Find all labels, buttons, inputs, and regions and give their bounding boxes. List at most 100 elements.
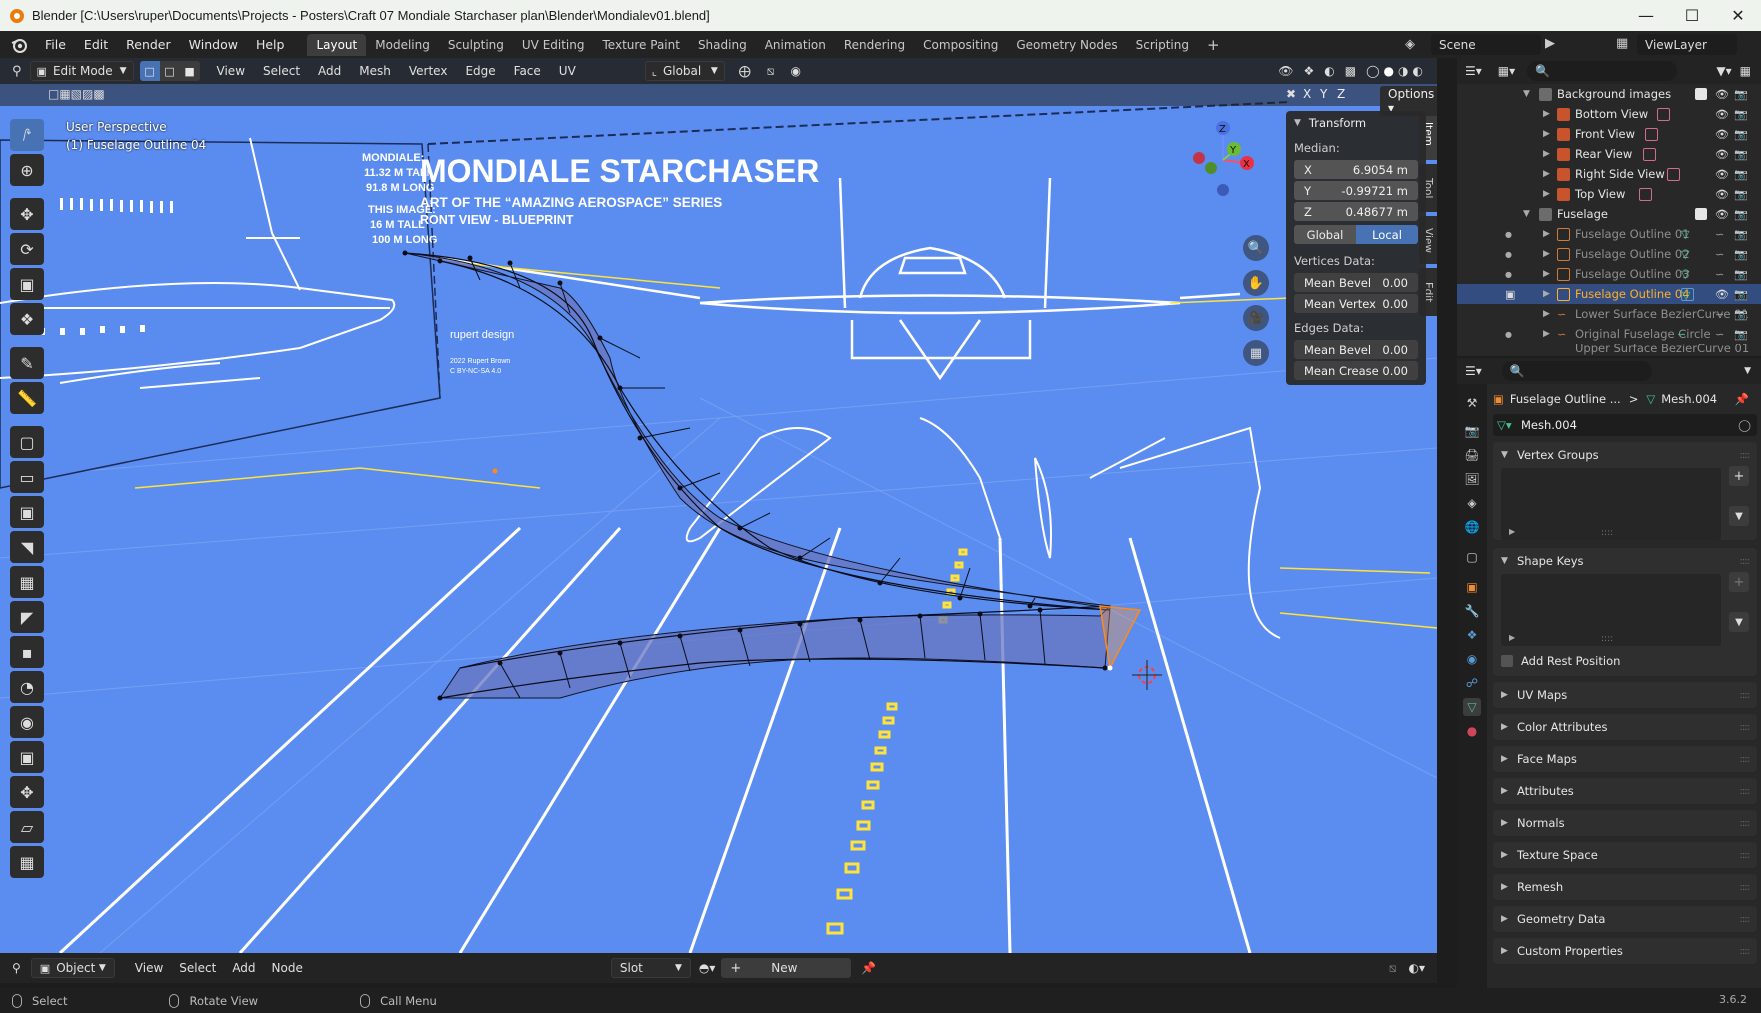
camera-icon[interactable]: 📷	[1734, 148, 1748, 161]
render-tab-icon[interactable]: 📷	[1463, 422, 1481, 440]
wireframe-shading-icon[interactable]: ◯	[1366, 64, 1379, 78]
poly-build-tool[interactable]: ▪	[10, 636, 44, 668]
mirror-x-toggle[interactable]: X	[1303, 87, 1311, 101]
drag-grip-icon[interactable]: ::::	[1740, 818, 1751, 829]
attributes-panel[interactable]: ▶ Attributes::::	[1493, 778, 1757, 804]
pivot-icon[interactable]: ⨁	[739, 64, 751, 78]
camera-icon[interactable]: 📷	[1734, 328, 1748, 341]
eye-icon[interactable]: 👁	[1715, 288, 1729, 301]
scale-tool[interactable]: ▣	[10, 268, 44, 300]
object-tab-icon[interactable]: ▣	[1463, 578, 1481, 596]
navigation-gizmo[interactable]: Z Y X	[1183, 118, 1263, 198]
tool-tab-icon[interactable]: ⚒	[1463, 394, 1481, 412]
chevron-right-icon[interactable]: ▶	[1543, 309, 1550, 319]
add-shape-key-button[interactable]: +	[1729, 572, 1749, 592]
drag-grip-icon[interactable]: ::::	[1740, 690, 1751, 701]
drag-grip-icon[interactable]: ::::	[1740, 450, 1751, 461]
color-attributes-panel[interactable]: ▶ Color Attributes::::	[1493, 714, 1757, 740]
editor-type-icon[interactable]: ⚲	[12, 961, 21, 975]
drag-grip-icon[interactable]: ::::	[1740, 556, 1751, 567]
mesh-browse-icon[interactable]: ▽▾	[1497, 418, 1512, 432]
visibility-icon[interactable]: 👁	[1278, 64, 1293, 78]
pan-hand-icon[interactable]: ✋	[1243, 270, 1269, 296]
outliner-row-front-view[interactable]: ▶ Front View 👁 📷	[1457, 124, 1761, 144]
outliner-row-lower-surface-beziercurve-01[interactable]: ▶ ∽ Lower Surface BezierCurve 01 ∽ 📷	[1457, 304, 1761, 324]
3d-viewport[interactable]: MONDIALE: 11.32 M TALL 91.8 M LONG THIS …	[0, 58, 1437, 953]
material-browse-icon[interactable]: ◓▾	[699, 961, 716, 975]
eye-icon[interactable]: 👁	[1715, 208, 1729, 221]
eye-closed-icon[interactable]: ∽	[1715, 248, 1724, 261]
spin-tool[interactable]: ◔	[10, 671, 44, 703]
new-collection-icon[interactable]: ▦	[1740, 64, 1751, 78]
view-layer-tab-icon[interactable]: 🖼	[1463, 470, 1481, 488]
tab-animation[interactable]: Animation	[756, 34, 835, 56]
menu-view[interactable]: View	[208, 64, 254, 78]
menu-view[interactable]: View	[127, 961, 171, 975]
shape-keys-header[interactable]: ▼ Shape Keys ::::	[1493, 548, 1757, 574]
face-select-icon[interactable]: ■	[179, 61, 200, 81]
chevron-down-icon[interactable]: ▼	[1744, 366, 1751, 376]
overlay-icon[interactable]: ◐▾	[1409, 961, 1426, 975]
chevron-right-icon[interactable]: ▶	[1543, 189, 1550, 199]
checkbox-icon[interactable]	[1695, 208, 1707, 220]
camera-icon[interactable]: 📷	[1734, 108, 1748, 121]
measure-tool[interactable]: 📏	[10, 382, 44, 414]
material-shading-icon[interactable]: ◑	[1398, 64, 1408, 78]
add-vertex-group-button[interactable]: +	[1729, 466, 1749, 486]
select-box-tool[interactable]: ⭚	[10, 119, 44, 151]
custom-properties-panel[interactable]: ▶ Custom Properties::::	[1493, 938, 1757, 964]
camera-icon[interactable]: 📷	[1734, 88, 1748, 101]
slot-selector[interactable]: Slot ▼	[610, 958, 691, 978]
outliner-row-fuselage-outline-04[interactable]: ▣ ▶ Fuselage Outline 04 ▽ 👁 📷	[1457, 284, 1761, 304]
eye-icon[interactable]: 👁	[1715, 148, 1729, 161]
mirror-icon[interactable]: ✖	[1286, 87, 1296, 101]
gizmo-icon[interactable]: ❖	[1304, 64, 1315, 78]
camera-icon[interactable]: 📷	[1734, 168, 1748, 181]
chevron-right-icon[interactable]: ▶	[1543, 169, 1550, 179]
eye-icon[interactable]: 👁	[1715, 168, 1729, 181]
scene-selector[interactable]: Scene	[1431, 34, 1541, 55]
tab-rendering[interactable]: Rendering	[835, 34, 914, 56]
eye-closed-icon[interactable]: ∽	[1715, 328, 1724, 341]
chevron-right-icon[interactable]: ▶	[1543, 269, 1550, 279]
minimize-button[interactable]: —	[1623, 0, 1669, 31]
fake-user-shield-icon[interactable]: ◯	[1738, 418, 1751, 432]
menu-face[interactable]: Face	[505, 64, 550, 78]
chevron-right-icon[interactable]: ▶	[1543, 229, 1550, 239]
drag-grip-icon[interactable]: ::::	[1740, 914, 1751, 925]
tab-geometry-nodes[interactable]: Geometry Nodes	[1007, 34, 1126, 56]
rendered-shading-icon[interactable]: ◐	[1413, 64, 1423, 78]
transform-tool[interactable]: ❖	[10, 303, 44, 335]
move-tool[interactable]: ✥	[10, 198, 44, 230]
properties-search-input[interactable]: 🔍	[1501, 361, 1652, 381]
vertex-group-menu-button[interactable]: ▼	[1729, 506, 1749, 526]
vertex-groups-header[interactable]: ▼ Vertex Groups ::::	[1493, 442, 1757, 468]
outliner-row-fuselage-outline-02[interactable]: ● ▶ Fuselage Outline 02 ▽ ∽ 📷	[1457, 244, 1761, 264]
chevron-right-icon[interactable]: ▶	[1543, 129, 1550, 139]
remesh-panel[interactable]: ▶ Remesh::::	[1493, 874, 1757, 900]
drag-grip-icon[interactable]: ::::	[1740, 754, 1751, 765]
mirror-z-toggle[interactable]: Z	[1337, 87, 1345, 101]
tab-sculpting[interactable]: Sculpting	[439, 34, 513, 56]
texture-space-panel[interactable]: ▶ Texture Space::::	[1493, 842, 1757, 868]
physics-tab-icon[interactable]: ◉	[1463, 650, 1481, 668]
mesh-data-tab-icon[interactable]: ▽	[1463, 698, 1481, 716]
mirror-y-toggle[interactable]: Y	[1320, 87, 1327, 101]
mean-crease-field[interactable]: Mean Crease 0.00	[1294, 361, 1418, 380]
transform-panel-header[interactable]: ▼ Transform	[1286, 111, 1426, 135]
select-box-mode-icons[interactable]: □▦▧▨▩	[48, 87, 105, 101]
editor-type-icon[interactable]: ☰▾	[1465, 64, 1482, 78]
pin-icon[interactable]: ▶	[1545, 36, 1555, 51]
vertex-select-icon[interactable]: □	[139, 61, 160, 81]
collection-tab-icon[interactable]: ▢	[1463, 548, 1481, 566]
tab-compositing[interactable]: Compositing	[914, 34, 1007, 56]
shrink-fatten-tool[interactable]: ✥	[10, 776, 44, 808]
world-tab-icon[interactable]: 🌐	[1463, 518, 1481, 536]
mean-vertex-field[interactable]: Mean Vertex 0.00	[1294, 294, 1418, 313]
outliner-row-bottom-view[interactable]: ▶ Bottom View 👁 📷	[1457, 104, 1761, 124]
annotate-tool[interactable]: ✎	[10, 347, 44, 379]
menu-edge[interactable]: Edge	[456, 64, 504, 78]
knife-tool[interactable]: ◤	[10, 601, 44, 633]
drag-grip-icon[interactable]: ::::	[1740, 882, 1751, 893]
camera-icon[interactable]: 📷	[1734, 268, 1748, 281]
